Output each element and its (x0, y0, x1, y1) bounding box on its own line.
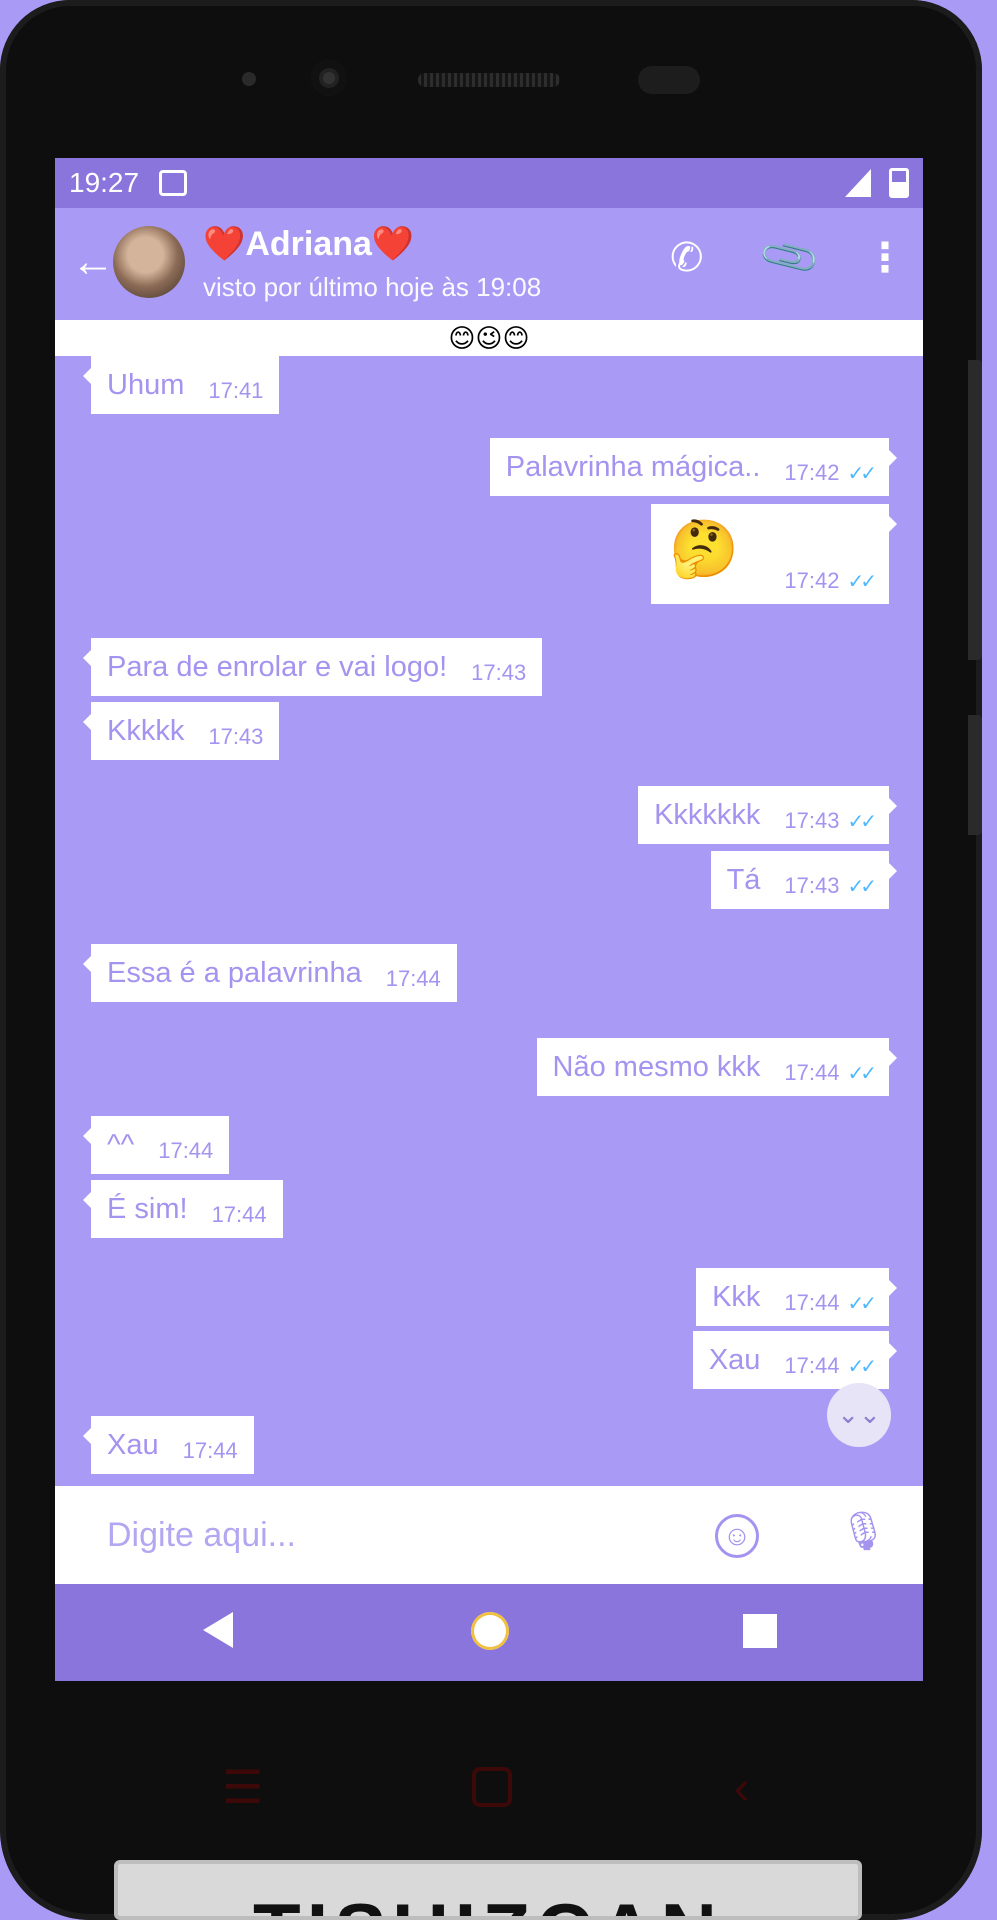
message-bubble[interactable]: Kkkkkkk 17:43 ✓✓ (638, 786, 897, 844)
double-check-icon: ✓✓ (847, 1062, 876, 1085)
contact-name[interactable]: ❤️Adriana❤️ (203, 224, 414, 264)
message-text: Xau (107, 1428, 159, 1461)
phone-screen: 19:27 ← ❤️Adriana❤️ visto por último hoj… (55, 158, 923, 1681)
message-time: 17:44 (784, 1353, 840, 1378)
message-bubble[interactable]: Kkkkk 17:43 (82, 702, 280, 760)
paperclip-icon[interactable]: 📎 (757, 226, 823, 291)
status-time: 19:27 (69, 167, 140, 198)
message-bubble[interactable]: 🤔 17:42 ✓✓ (651, 504, 897, 604)
message-time: 17:43 (208, 724, 264, 749)
nav-recents-icon[interactable] (743, 1614, 777, 1648)
message-text: Kkkkkkk (654, 798, 761, 831)
double-check-icon: ✓✓ (847, 571, 876, 593)
message-time: 17:43 (784, 873, 840, 898)
message-bubble[interactable]: Não mesmo kkk 17:44 ✓✓ (536, 1038, 898, 1096)
message-bubble[interactable]: Xau 17:44 (83, 1416, 254, 1474)
message-text: Kkk (712, 1280, 761, 1313)
message-time: 17:44 (158, 1138, 214, 1163)
message-time: 17:42 (784, 568, 840, 593)
message-time: 17:43 (471, 660, 527, 685)
android-nav-bar (55, 1584, 923, 1681)
message-time: 17:41 (208, 378, 264, 403)
nav-back-icon[interactable] (203, 1612, 233, 1648)
chat-header: ← ❤️Adriana❤️ visto por último hoje às 1… (55, 208, 923, 320)
hardware-back-icon[interactable]: ‹ (734, 1760, 749, 1814)
battery-icon (889, 168, 909, 198)
status-bar: 19:27 (55, 158, 923, 208)
power-button (968, 715, 982, 835)
message-list[interactable]: Uhum 17:41 Palavrinha mágica.. 17:42 ✓✓ 🤔 17:4… (55, 356, 923, 1486)
message-bubble[interactable]: Uhum 17:41 (82, 356, 280, 414)
message-bubble[interactable]: Kkk 17:44 ✓✓ (696, 1268, 897, 1326)
signal-icon (845, 169, 871, 197)
message-time: 17:44 (182, 1438, 238, 1463)
volume-button (968, 360, 982, 660)
message-time: 17:42 (784, 460, 840, 485)
message-time: 17:44 (385, 966, 441, 991)
message-text: Uhum (107, 368, 185, 401)
phone-frame: 19:27 ← ❤️Adriana❤️ visto por último hoj… (0, 0, 982, 1920)
message-bubble[interactable]: Para de enrolar e vai logo! 17:43 (82, 638, 543, 696)
message-emoji: 🤔 (669, 517, 739, 580)
message-bubble[interactable]: É sim! 17:44 (83, 1180, 283, 1238)
message-text: Kkkkk (107, 714, 185, 747)
double-check-icon: ✓✓ (847, 462, 876, 485)
double-check-icon: ✓✓ (847, 1355, 876, 1378)
double-check-icon: ✓✓ (847, 810, 876, 833)
message-text: ^^ (107, 1128, 135, 1161)
more-vert-icon[interactable]: ⋮ (865, 238, 905, 278)
message-text: Xau (708, 1343, 761, 1376)
message-bubble[interactable]: ^^ 17:44 (82, 1116, 230, 1174)
message-text: É sim! (107, 1192, 188, 1225)
message-text: Não mesmo kkk (552, 1050, 761, 1083)
hardware-menu-icon[interactable]: ☰ (222, 1760, 263, 1814)
double-check-icon: ✓✓ (847, 875, 876, 898)
hardware-home-icon[interactable] (472, 1767, 512, 1807)
message-time: 17:43 (784, 808, 840, 833)
message-text: Para de enrolar e vai logo! (107, 650, 448, 683)
message-time: 17:44 (211, 1202, 267, 1227)
message-time: 17:44 (784, 1290, 840, 1315)
watermark-text: TISUIZCAN (118, 1886, 858, 1916)
double-check-icon: ✓✓ (847, 1292, 876, 1315)
message-text: Essa é a palavrinha (107, 956, 362, 989)
proximity-sensor (242, 72, 256, 86)
message-bubble[interactable]: Xau 17:44 ✓✓ (692, 1331, 898, 1389)
chevron-double-down-icon[interactable]: ⌄⌄ (827, 1383, 891, 1447)
notification-icon (159, 170, 188, 196)
phone-icon[interactable]: ✆ (670, 238, 704, 278)
message-time: 17:44 (784, 1060, 840, 1085)
emoji-icon[interactable]: ☺ (715, 1514, 759, 1558)
arrow-left-icon[interactable]: ← (71, 240, 115, 284)
watermark: TISUIZCAN (114, 1860, 862, 1920)
composer: Digite aqui... ☺ 🎙 (55, 1486, 923, 1584)
nav-home-icon[interactable] (471, 1612, 509, 1650)
message-text: Tá (726, 863, 761, 896)
last-seen: visto por último hoje às 19:08 (203, 272, 542, 302)
message-bubble[interactable]: Tá 17:43 ✓✓ (710, 851, 898, 909)
microphone-icon[interactable]: 🎙 (839, 1510, 887, 1554)
message-text: Palavrinha mágica.. (505, 450, 761, 483)
message-input[interactable]: Digite aqui... (107, 1516, 296, 1555)
front-camera (311, 60, 347, 96)
message-bubble[interactable]: Palavrinha mágica.. 17:42 ✓✓ (489, 438, 898, 496)
light-sensor (638, 66, 700, 94)
message-bubble[interactable]: Essa é a palavrinha 17:44 (83, 944, 457, 1002)
status-banner: 😊😉😊 (55, 320, 923, 356)
avatar[interactable] (113, 226, 185, 298)
earpiece-speaker (418, 73, 560, 87)
